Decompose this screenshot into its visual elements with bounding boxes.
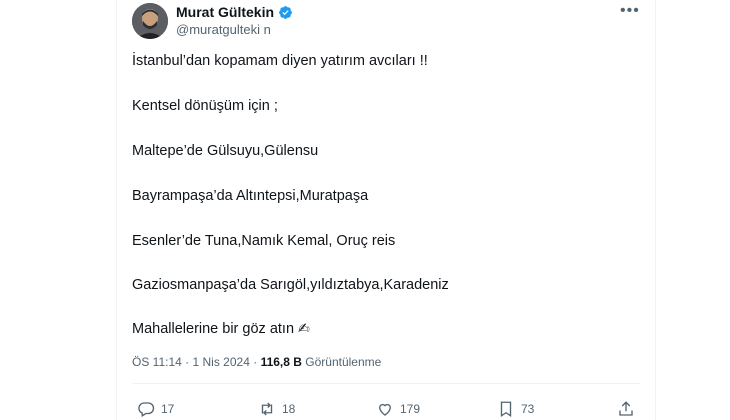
- reply-icon: [138, 402, 155, 417]
- repost-count: 18: [282, 402, 296, 416]
- tweet-line: Mahallelerine bir göz atın: [132, 321, 295, 337]
- like-icon: [379, 403, 391, 416]
- share-button[interactable]: [617, 400, 635, 418]
- views-label: Görüntülenme: [305, 355, 382, 369]
- view-count: 116,8 B: [260, 355, 302, 369]
- display-name[interactable]: Murat Gültekin: [176, 4, 274, 20]
- bookmark-count: 73: [521, 402, 535, 416]
- tweet-line: Bayrampaşa’da Altıntepsi,Muratpaşa: [132, 188, 369, 204]
- tweet-line: Maltepe’de Gülsuyu,Gülensu: [132, 143, 319, 159]
- avatar[interactable]: [132, 3, 168, 39]
- tweet-line: Esenler’de Tuna,Namık Kemal, Oruç reis: [132, 233, 396, 249]
- tweet-line: Kentsel dönüşüm için ;: [132, 98, 278, 114]
- tweet-line: Gaziosmanpaşa’da Sarıgöl,yıldıztabya,Kar…: [132, 277, 449, 293]
- writing-hand-icon: ✍: [298, 320, 310, 336]
- tweet-date[interactable]: 1 Nis 2024: [193, 355, 250, 369]
- reply-count: 17: [161, 402, 175, 416]
- like-button[interactable]: 179: [376, 400, 420, 418]
- repost-icon: [261, 402, 273, 416]
- reply-button[interactable]: 17: [137, 400, 174, 418]
- bookmark-icon: [500, 401, 512, 418]
- handle[interactable]: @muratgulteki n: [176, 22, 271, 37]
- bookmark-button[interactable]: 73: [497, 400, 534, 418]
- more-icon[interactable]: •••: [620, 3, 640, 19]
- meta-separator: ·: [185, 355, 190, 369]
- like-count: 179: [400, 402, 421, 416]
- tweet-meta: ÖS 11:14 · 1 Nis 2024 · 116,8 B Görüntül…: [132, 355, 381, 369]
- avatar-photo: [132, 3, 168, 39]
- tweet-line: İstanbul’dan kopamam diyen yatırım avcıl…: [132, 53, 428, 69]
- tweet-time[interactable]: ÖS 11:14: [132, 355, 182, 369]
- repost-button[interactable]: 18: [258, 400, 295, 418]
- divider: [132, 383, 640, 384]
- meta-separator: ·: [253, 355, 258, 369]
- share-icon: [619, 401, 633, 416]
- verified-badge-icon: [279, 5, 292, 19]
